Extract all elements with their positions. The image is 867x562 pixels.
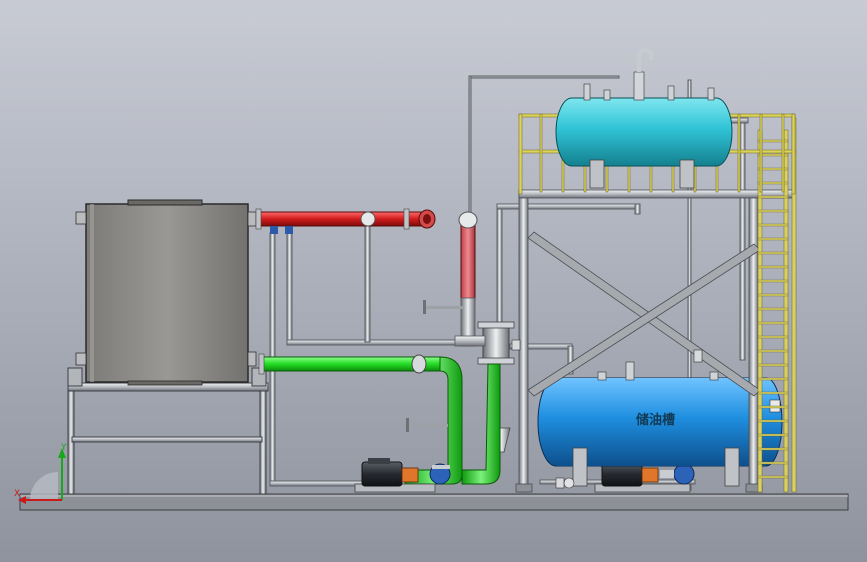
furnace-box [75,199,257,386]
system-diagram: 储油槽 Y X [14,47,849,511]
ladder-rung [757,321,789,325]
ladder-rung [757,335,789,339]
railing-post [737,113,741,193]
furnace-support-frame [67,367,269,495]
ladder-rung [757,419,789,423]
ladder-rung [757,405,789,409]
ladder-rung [757,293,789,297]
expansion-tank [555,47,733,189]
ladder-rung [757,307,789,311]
hot-oil-riser [423,211,478,347]
base-skid [19,493,849,511]
valve-icon [511,339,521,351]
railing-post [539,113,543,193]
axis-y-label: Y [60,443,67,453]
ladder-rung [757,265,789,269]
circulation-pump-1 [354,458,451,493]
ladder-rung [757,251,789,255]
ladder-rung [757,209,789,213]
railing-post [781,113,785,193]
ladder-rung [757,377,789,381]
ladder-rung [757,447,789,451]
ladder-rung [757,279,789,283]
valve-icon [555,477,565,489]
ladder-rung [757,195,789,199]
valve-icon [693,349,703,363]
valve-icon [563,477,575,489]
cad-viewport: 储油槽 Y X [0,0,867,562]
hot-oil-supply-pipe [255,208,436,234]
axis-x-label: X [14,489,20,499]
ladder-rung [757,475,789,479]
ladder-rung [757,433,789,437]
ladder-rung [757,223,789,227]
storage-tank-label: 储油槽 [635,412,675,428]
ladder-rung [757,391,789,395]
filter-housing [454,321,515,453]
railing-post [759,113,763,193]
ladder-rung [757,363,789,367]
ladder-rung [757,237,789,241]
ladder-rung [757,461,789,465]
ladder-rung [757,349,789,353]
ladder [757,117,797,493]
